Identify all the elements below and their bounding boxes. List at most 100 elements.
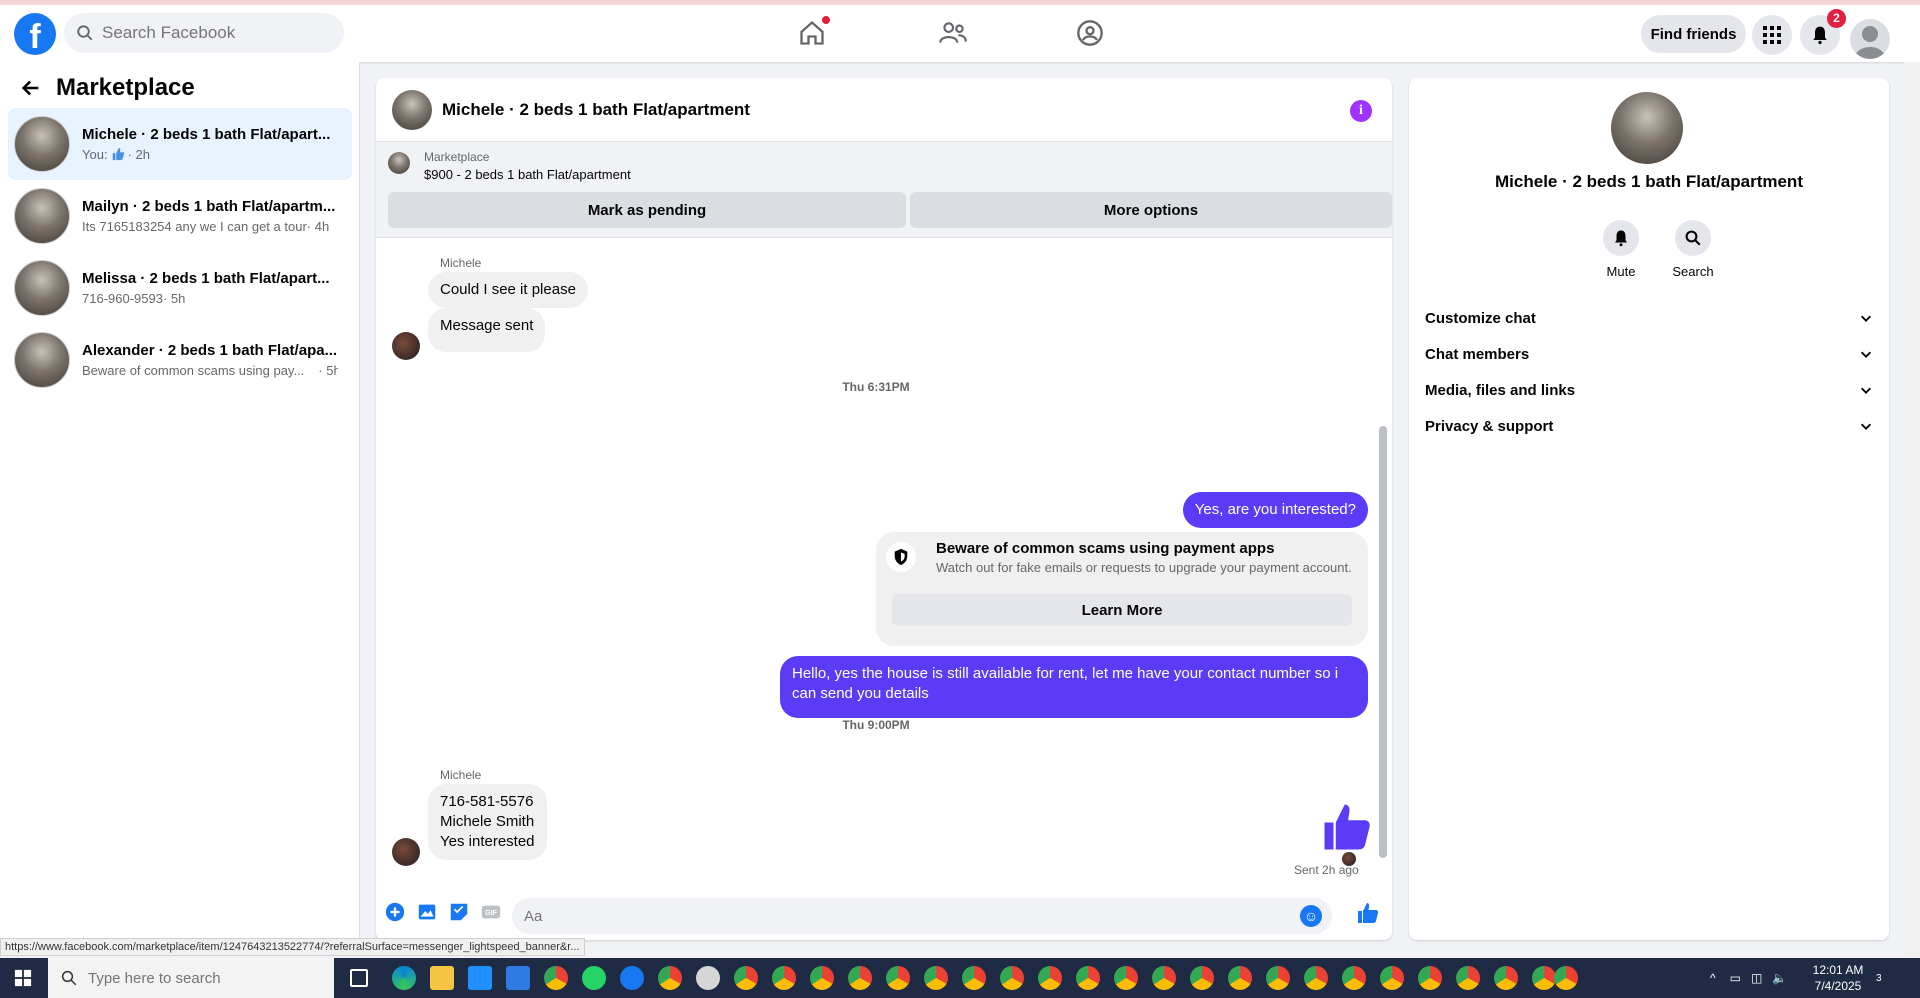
chrome-profile-icon[interactable]	[810, 966, 834, 990]
chrome-profile-icon[interactable]	[1190, 966, 1214, 990]
chrome-profile-icon[interactable]	[1152, 966, 1176, 990]
media-files-links-section[interactable]: Media, files and links	[1425, 372, 1873, 408]
groups-icon[interactable]	[1076, 19, 1110, 49]
message-input-box[interactable]: ☺	[512, 898, 1332, 934]
mute-button[interactable]: Mute	[1591, 220, 1651, 279]
like-icon	[112, 147, 124, 161]
microsoft-store-icon[interactable]	[468, 966, 492, 990]
conversation-item-mailyn[interactable]: Mailyn · 2 beds 1 bath Flat/apartm... It…	[8, 180, 352, 252]
chrome-profile-icon[interactable]	[1418, 966, 1442, 990]
marketplace-header: Marketplace	[20, 74, 195, 102]
chrome-profile-icon[interactable]	[734, 966, 758, 990]
chrome-profile-icon[interactable]	[1554, 966, 1578, 990]
gif-icon[interactable]: GIF	[480, 901, 502, 923]
chrome-profile-icon[interactable]	[962, 966, 986, 990]
info-icon[interactable]: i	[1350, 100, 1372, 122]
send-like-icon[interactable]	[1356, 901, 1380, 925]
chat-panel: Michele · 2 beds 1 bath Flat/apartment i…	[376, 78, 1392, 940]
taskbar-search-input[interactable]	[88, 969, 248, 987]
notifications-bell-icon[interactable]: 2	[1800, 9, 1846, 55]
chrome-profile-icon[interactable]	[1000, 966, 1024, 990]
search-in-chat-button[interactable]: Search	[1663, 220, 1723, 279]
home-icon[interactable]	[798, 16, 832, 49]
page-scrollbar[interactable]	[1904, 62, 1920, 956]
chrome-profile-icon[interactable]	[1342, 966, 1366, 990]
chrome-profile-icon[interactable]	[772, 966, 796, 990]
app-icon[interactable]	[696, 966, 720, 990]
chat-scrollbar[interactable]	[1378, 238, 1388, 888]
message-input[interactable]	[524, 907, 1284, 925]
profile-avatar-large[interactable]	[1611, 92, 1683, 164]
emoji-icon[interactable]: ☺	[1300, 905, 1322, 927]
incoming-message[interactable]: 716-581-5576 Michele Smith Yes intereste…	[428, 784, 547, 860]
chat-title[interactable]: Michele · 2 beds 1 bath Flat/apartment	[442, 100, 750, 120]
chrome-profile-icon[interactable]	[1038, 966, 1062, 990]
sticker-icon[interactable]	[448, 901, 470, 923]
photo-icon[interactable]	[416, 901, 438, 923]
edge-browser-icon[interactable]	[392, 966, 416, 990]
link-preview-status: https://www.facebook.com/marketplace/ite…	[0, 938, 585, 956]
message-timestamp: Thu 6:31PM	[842, 380, 910, 394]
sender-avatar[interactable]	[392, 332, 420, 360]
task-view-icon[interactable]	[350, 969, 368, 987]
mail-icon[interactable]	[506, 966, 530, 990]
chrome-profile-icon[interactable]	[1456, 966, 1480, 990]
home-notification-dot	[822, 16, 830, 24]
chrome-profile-icon[interactable]	[1266, 966, 1290, 990]
customize-chat-section[interactable]: Customize chat	[1425, 300, 1873, 336]
taskbar-search-box[interactable]	[48, 958, 334, 998]
chrome-profile-icon[interactable]	[848, 966, 872, 990]
message-line: Michele Smith	[440, 813, 535, 830]
mark-as-pending-button[interactable]: Mark as pending	[388, 192, 906, 228]
taskbar-clock[interactable]: 12:01 AM 7/4/2025	[1806, 962, 1870, 994]
conversation-item-alexander[interactable]: Alexander · 2 beds 1 bath Flat/apa... Be…	[8, 324, 352, 396]
listing-price-title[interactable]: $900 - 2 beds 1 bath Flat/apartment	[424, 167, 631, 182]
search-input[interactable]	[102, 23, 322, 43]
chat-scroll-thumb[interactable]	[1379, 426, 1387, 858]
chrome-profile-icon[interactable]	[1494, 966, 1518, 990]
profile-avatar[interactable]	[1850, 19, 1890, 59]
chat-details-panel: Michele · 2 beds 1 bath Flat/apartment M…	[1409, 78, 1889, 940]
chrome-profile-icon[interactable]	[658, 966, 682, 990]
menu-grid-icon[interactable]	[1752, 15, 1792, 55]
notification-center-icon[interactable]: 3	[1876, 958, 1882, 998]
chrome-browser-icon[interactable]	[544, 966, 568, 990]
facebook-search-box[interactable]	[64, 13, 344, 53]
chat-members-section[interactable]: Chat members	[1425, 336, 1873, 372]
incoming-message[interactable]: Could I see it please	[428, 272, 588, 308]
file-explorer-icon[interactable]	[430, 966, 454, 990]
add-plus-icon[interactable]	[384, 901, 406, 923]
facebook-logo-icon[interactable]: f	[14, 13, 56, 55]
battery-icon[interactable]: ▭	[1730, 971, 1741, 985]
chat-avatar[interactable]	[392, 89, 432, 130]
thumbs-up-sticker-icon[interactable]	[1320, 800, 1374, 854]
privacy-support-section[interactable]: Privacy & support	[1425, 408, 1873, 444]
outgoing-message[interactable]: Yes, are you interested?	[1182, 492, 1368, 528]
chrome-profile-icon[interactable]	[1228, 966, 1252, 990]
chrome-profile-icon[interactable]	[886, 966, 910, 990]
friends-icon[interactable]	[938, 19, 972, 49]
back-arrow-icon[interactable]	[20, 77, 42, 99]
conversation-preview: 716-960-9593 · 5h	[82, 291, 338, 306]
windows-start-icon[interactable]	[0, 958, 46, 998]
learn-more-button[interactable]: Learn More	[892, 594, 1352, 626]
chrome-profile-icon[interactable]	[1076, 966, 1100, 990]
chrome-profile-icon[interactable]	[924, 966, 948, 990]
facebook-app-icon[interactable]	[620, 966, 644, 990]
conversation-item-melissa[interactable]: Melissa · 2 beds 1 bath Flat/apart... 71…	[8, 252, 352, 324]
chrome-profile-icon[interactable]	[1532, 966, 1556, 990]
chrome-profile-icon[interactable]	[1114, 966, 1138, 990]
sender-avatar[interactable]	[392, 838, 420, 866]
find-friends-button[interactable]: Find friends	[1641, 15, 1746, 53]
outgoing-message[interactable]: Hello, yes the house is still available …	[780, 656, 1368, 718]
conversation-item-michele[interactable]: Michele · 2 beds 1 bath Flat/apart... Yo…	[8, 108, 352, 180]
more-options-button[interactable]: More options	[910, 192, 1392, 228]
sent-status: Sent 2h ago	[1294, 863, 1359, 877]
chrome-profile-icon[interactable]	[1380, 966, 1404, 990]
volume-icon[interactable]: 🔈	[1772, 971, 1787, 985]
incoming-message[interactable]: Message sent	[428, 308, 546, 352]
network-icon[interactable]: ◫	[1751, 971, 1762, 985]
show-hidden-icons-icon[interactable]: ^	[1710, 971, 1716, 985]
chrome-profile-icon[interactable]	[1304, 966, 1328, 990]
whatsapp-icon[interactable]	[582, 966, 606, 990]
